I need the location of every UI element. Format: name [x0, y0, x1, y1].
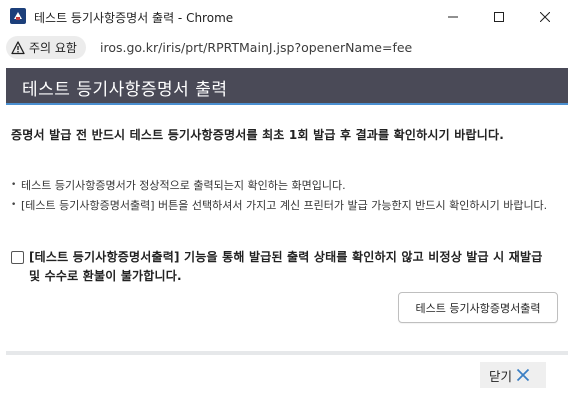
security-indicator[interactable]: 주의 요함	[6, 36, 86, 59]
warning-triangle-icon	[11, 40, 25, 54]
agreement-row: [테스트 등기사항증명서출력] 기능을 통해 발급된 출력 상태를 확인하지 않…	[11, 248, 557, 286]
info-list-item: 테스트 등기사항증명서가 정상적으로 출력되는지 확인하는 화면입니다.	[11, 176, 561, 195]
page-footer: 닫기	[6, 351, 568, 397]
info-list-item: [테스트 등기사항증명서출력] 버튼을 선택하셔서 가지고 계신 프린터가 발급…	[11, 196, 561, 215]
minimize-icon	[448, 16, 458, 17]
page-viewport: 테스트 등기사항증명서 출력 증명서 발급 전 반드시 테스트 등기사항증명서를…	[0, 62, 568, 397]
address-bar: 주의 요함 iros.go.kr/iris/prt/RPRTMainJ.jsp?…	[0, 33, 568, 62]
page-title: 테스트 등기사항증명서 출력	[22, 80, 228, 100]
agreement-checkbox[interactable]	[11, 251, 24, 264]
test-print-button[interactable]: 테스트 등기사항증명서출력	[398, 292, 558, 323]
close-button-label: 닫기	[489, 368, 513, 384]
chrome-app-icon	[10, 8, 26, 24]
close-x-icon	[516, 368, 530, 382]
close-button[interactable]: 닫기	[480, 362, 546, 388]
page-header: 테스트 등기사항증명서 출력	[6, 68, 568, 103]
security-label: 주의 요함	[29, 41, 77, 55]
agreement-label[interactable]: [테스트 등기사항증명서출력] 기능을 통해 발급된 출력 상태를 확인하지 않…	[29, 248, 557, 286]
header-divider	[6, 103, 568, 105]
notice-text: 증명서 발급 전 반드시 테스트 등기사항증명서를 최초 1회 발급 후 결과를…	[11, 128, 504, 142]
minimize-button[interactable]	[430, 0, 476, 33]
maximize-button[interactable]	[476, 0, 522, 33]
info-list: 테스트 등기사항증명서가 정상적으로 출력되는지 확인하는 화면입니다. [테스…	[11, 176, 561, 216]
close-icon	[540, 11, 550, 22]
window-titlebar: 테스트 등기사항증명서 출력 - Chrome	[0, 0, 568, 33]
window-title: 테스트 등기사항증명서 출력 - Chrome	[34, 11, 234, 25]
url-text[interactable]: iros.go.kr/iris/prt/RPRTMainJ.jsp?opener…	[100, 40, 412, 55]
close-window-button[interactable]	[522, 0, 568, 33]
maximize-icon	[494, 11, 504, 22]
